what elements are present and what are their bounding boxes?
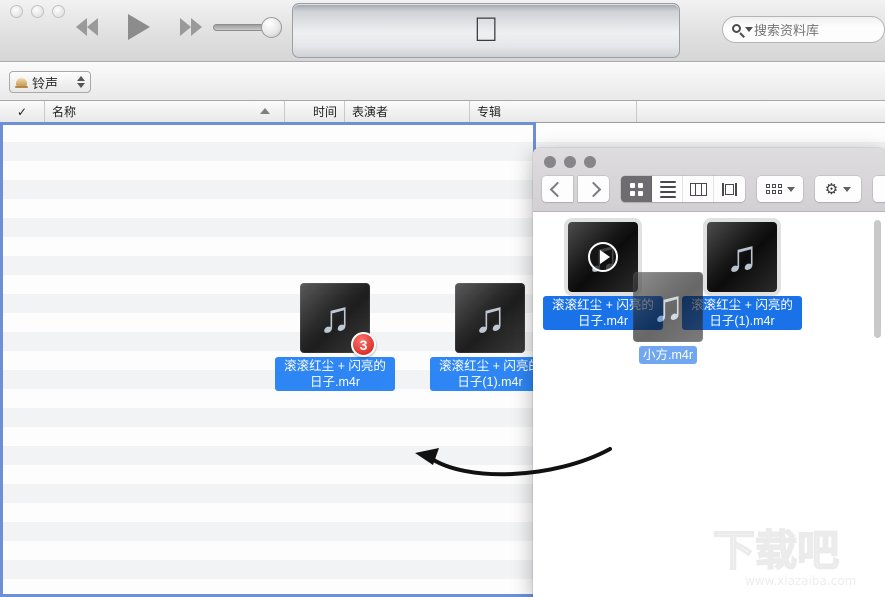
finder-zoom-button[interactable] [584,156,596,168]
arrange-icon [766,184,782,194]
column-header-extra[interactable] [637,101,885,122]
sort-ascending-icon [260,108,270,114]
chevron-down-icon [787,187,795,192]
zoom-button[interactable] [52,5,65,18]
rewind-icon [76,18,98,36]
volume-knob[interactable] [261,17,282,38]
arrange-button[interactable] [757,176,803,202]
navigation-group [542,176,609,202]
column-header-check-label: ✓ [17,105,27,119]
dragging-file-item[interactable]: ♫ 小方.m4r [608,272,728,364]
finder-titlebar: ⚙ ↥ [533,148,885,212]
play-icon [128,14,150,40]
column-header-time[interactable]: 时间 [285,101,345,122]
column-header-name-label: 名称 [52,103,76,120]
itunes-titlebar:  搜索资料库 [0,0,885,62]
play-button[interactable] [120,12,158,42]
back-button[interactable] [542,176,573,202]
coverflow-view-icon [721,183,739,196]
chevron-left-icon [550,181,566,197]
fast-forward-icon [180,18,202,36]
view-as-icons-button[interactable] [621,176,652,202]
dragged-file-item[interactable]: ♫ 滚滚红尘 + 闪亮的日子(1).m4r [430,283,550,391]
music-file-icon: ♫ [633,272,703,342]
dragged-file-name: 滚滚红尘 + 闪亮的日子(1).m4r [430,357,550,391]
status-display:  [292,3,680,58]
search-placeholder: 搜索资料库 [754,20,819,39]
finder-window: ⚙ ↥ ♫ 滚滚红尘 + 闪亮的日子.m4r ♫ 滚滚红尘 + 闪亮的日子(1)… [533,148,885,597]
finder-minimize-button[interactable] [564,156,576,168]
itunes-subtoolbar: 铃声 铃声 iPhone iTu [0,62,885,101]
dragged-file-item[interactable]: ♫ 3 滚滚红尘 + 闪亮的日子.m4r [275,283,395,391]
column-header-album[interactable]: 专辑 [470,101,637,122]
view-as-columns-button[interactable] [683,176,714,202]
minimize-button[interactable] [31,5,44,18]
music-note-glyph: ♫ [652,285,685,329]
library-popup-label: 铃声 [32,73,58,92]
chevron-right-icon [586,181,602,197]
finder-file-area[interactable]: ♫ 滚滚红尘 + 闪亮的日子.m4r ♫ 滚滚红尘 + 闪亮的日子(1).m4r… [533,212,885,597]
view-as-coverflow-button[interactable] [714,176,745,202]
chevron-down-icon [843,187,851,192]
apple-logo-icon:  [473,13,499,47]
track-list-header: ✓ 名称 时间 表演者 专辑 [0,101,885,123]
search-input[interactable]: 搜索资料库 [722,16,885,43]
forward-button[interactable] [578,176,609,202]
window-controls [10,5,65,18]
music-file-icon: ♫ 3 [300,283,370,353]
column-header-artist[interactable]: 表演者 [345,101,470,122]
list-view-icon [660,181,676,198]
column-header-check[interactable]: ✓ [0,101,45,122]
column-header-time-label: 时间 [313,103,337,120]
next-button[interactable] [172,12,210,42]
icon-view-icon [630,183,643,196]
music-note-glyph: ♫ [319,296,352,340]
volume-slider[interactable] [213,22,283,32]
finder-close-button[interactable] [544,156,556,168]
dragged-file-name: 滚滚红尘 + 闪亮的日子.m4r [275,357,395,391]
bell-icon [15,76,28,88]
column-header-album-label: 专辑 [477,103,501,120]
column-header-artist-label: 表演者 [352,103,388,120]
column-header-name[interactable]: 名称 [45,101,285,122]
dragging-file-name: 小方.m4r [639,346,697,364]
music-note-glyph: ♫ [726,235,759,279]
search-icon [732,22,754,38]
library-popup-button[interactable]: 铃声 [9,71,91,93]
play-preview-button[interactable] [588,242,618,272]
stepper-icon [77,76,85,88]
close-button[interactable] [10,5,23,18]
music-note-glyph: ♫ [474,296,507,340]
finder-window-controls [544,156,596,168]
finder-toolbar: ⚙ ↥ [542,176,885,202]
view-mode-group [621,176,745,202]
gear-icon: ⚙ [825,182,838,197]
view-as-list-button[interactable] [652,176,683,202]
transport-controls [68,12,210,42]
music-file-icon: ♫ [455,283,525,353]
vertical-scrollbar[interactable] [874,220,881,338]
previous-button[interactable] [68,12,106,42]
action-menu-button[interactable]: ⚙ [815,176,861,202]
column-view-icon [690,183,707,196]
drag-count-badge: 3 [351,332,376,357]
share-button[interactable]: ↥ [873,176,885,202]
